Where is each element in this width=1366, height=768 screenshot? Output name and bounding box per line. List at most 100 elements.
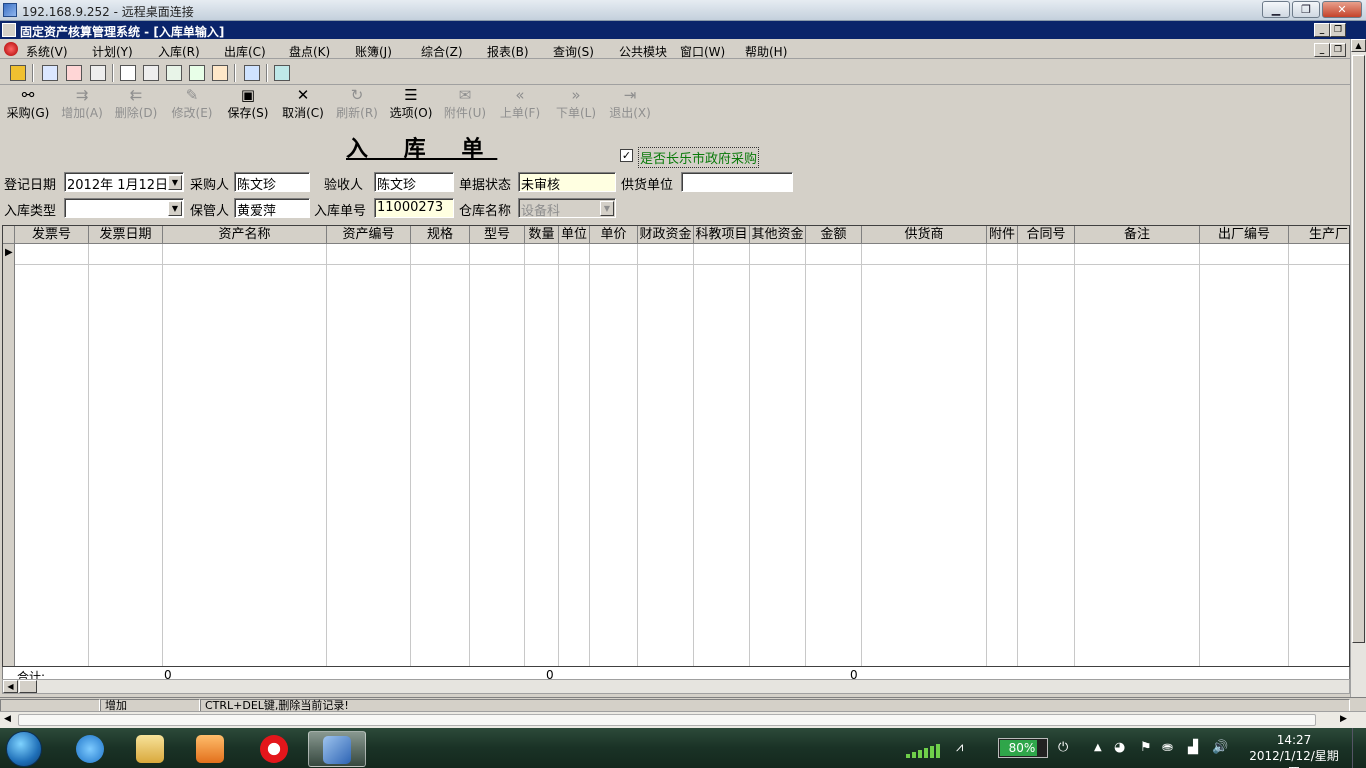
column-header[interactable]: 其他资金: [750, 226, 806, 244]
new-document-icon[interactable]: [120, 65, 136, 81]
tray-expand-icon[interactable]: ▲: [1094, 742, 1102, 753]
action-center-flag-icon[interactable]: ⚑: [1140, 740, 1152, 755]
scroll-left-icon[interactable]: ◀: [4, 714, 11, 724]
taskbar-explorer[interactable]: [124, 731, 176, 767]
toolbar-button-2[interactable]: ⇇ 删除(D): [110, 87, 162, 121]
column-header[interactable]: 附件: [987, 226, 1018, 244]
checklist-icon[interactable]: [189, 65, 205, 81]
key-icon[interactable]: [10, 65, 26, 81]
menu-item-5[interactable]: 账簿(J): [355, 43, 392, 60]
usb-device-icon[interactable]: ⛂: [1162, 740, 1173, 755]
network-icon[interactable]: ▟: [1188, 740, 1198, 755]
taskbar-media[interactable]: [184, 731, 236, 767]
clipboard-icon[interactable]: [90, 65, 106, 81]
checker-field[interactable]: 陈文珍: [374, 172, 454, 192]
column-header[interactable]: 资产编号: [327, 226, 411, 244]
toolbar-button-4[interactable]: ▣ 保存(S): [222, 87, 274, 121]
child-restore-button[interactable]: ❐: [1330, 43, 1346, 57]
scroll-thumb[interactable]: [19, 680, 37, 693]
battery-indicator[interactable]: 80%: [998, 738, 1048, 758]
toolbar-button-7[interactable]: ☰ 选项(O): [385, 87, 437, 121]
exit-icon: ⇥: [623, 86, 637, 104]
toolbar-button-0[interactable]: ⚯ 采购(G): [2, 87, 54, 121]
show-desktop-button[interactable]: [1352, 728, 1366, 768]
column-header[interactable]: 生产厂: [1289, 226, 1349, 244]
power-plug-icon[interactable]: ⏻: [1058, 740, 1068, 755]
column-header[interactable]: 资产名称: [163, 226, 327, 244]
app-restore-button[interactable]: ❐: [1330, 23, 1346, 37]
column-header[interactable]: 财政资金: [638, 226, 694, 244]
toolbar-button-10[interactable]: » 下单(L): [550, 87, 602, 121]
menu-item-11[interactable]: 帮助(H): [745, 43, 787, 60]
scroll-up-icon[interactable]: ▲: [1351, 39, 1366, 52]
export-icon[interactable]: [66, 65, 82, 81]
remote-restore-button[interactable]: ❐: [1292, 1, 1320, 18]
copy-document-icon[interactable]: [143, 65, 159, 81]
qq-icon[interactable]: ◕: [1114, 740, 1125, 755]
column-header[interactable]: 规格: [411, 226, 470, 244]
chevron-down-icon[interactable]: ▼: [168, 201, 182, 216]
scroll-thumb[interactable]: [1352, 55, 1365, 643]
wireless-icon[interactable]: ⩘: [956, 740, 963, 755]
column-header[interactable]: 型号: [470, 226, 525, 244]
scroll-right-icon[interactable]: ▶: [1340, 714, 1347, 724]
system-clock[interactable]: 14:27 2012/1/12/星期四: [1244, 732, 1344, 768]
gov-purchase-checkbox[interactable]: ✓: [620, 149, 633, 162]
menu-item-10[interactable]: 窗口(W): [680, 43, 725, 60]
column-header[interactable]: 合同号: [1018, 226, 1075, 244]
taskbar-ie[interactable]: [64, 731, 116, 767]
items-grid[interactable]: 发票号 发票日期 资产名称 资产编号 规格 型号 数量 单位 单价 财政资金 科教项目 其他资金 金额供…: [2, 225, 1350, 667]
menu-item-1[interactable]: 计划(Y): [92, 43, 133, 60]
column-header[interactable]: 发票日期: [89, 226, 163, 244]
grid-horizontal-scrollbar[interactable]: ◀: [2, 679, 1350, 694]
toolbar-button-11[interactable]: ⇥ 退出(X): [604, 87, 656, 121]
menu-item-4[interactable]: 盘点(K): [289, 43, 330, 60]
remote-minimize-button[interactable]: ▁: [1262, 1, 1290, 18]
buyer-field[interactable]: 陈文珍: [234, 172, 310, 192]
scroll-thumb[interactable]: [18, 714, 1316, 726]
toolbar-button-6[interactable]: ↻ 刷新(R): [331, 87, 383, 121]
import-icon[interactable]: [42, 65, 58, 81]
remote-close-button[interactable]: ✕: [1322, 1, 1362, 18]
type-select[interactable]: ▼: [64, 198, 184, 218]
excel-icon[interactable]: [274, 65, 290, 81]
menu-item-8[interactable]: 查询(S): [553, 43, 594, 60]
books-icon[interactable]: [212, 65, 228, 81]
column-header[interactable]: 单位: [559, 226, 590, 244]
child-minimize-button[interactable]: _: [1314, 43, 1330, 57]
supplier-field[interactable]: [681, 172, 793, 192]
app-minimize-button[interactable]: _: [1314, 23, 1330, 37]
column-header[interactable]: 单价: [590, 226, 638, 244]
column-header[interactable]: 供货商: [862, 226, 987, 244]
column-header[interactable]: 科教项目: [694, 226, 750, 244]
menu-item-2[interactable]: 入库(R): [158, 43, 200, 60]
menu-item-7[interactable]: 报表(B): [487, 43, 529, 60]
column-header[interactable]: 备注: [1075, 226, 1200, 244]
column-header[interactable]: 数量: [525, 226, 559, 244]
menu-item-9[interactable]: 公共模块: [619, 43, 667, 60]
volume-icon[interactable]: 🔊: [1212, 740, 1228, 755]
menu-item-6[interactable]: 综合(Z): [421, 43, 463, 60]
chevron-down-icon[interactable]: ▼: [168, 175, 182, 190]
calculator-icon[interactable]: [244, 65, 260, 81]
keeper-field[interactable]: 黄爱萍: [234, 198, 310, 218]
menu-item-0[interactable]: 系统(V): [26, 43, 68, 60]
remote-horizontal-scrollbar[interactable]: ◀ ▶: [0, 711, 1366, 728]
column-header[interactable]: 金额: [806, 226, 862, 244]
window-vertical-scrollbar[interactable]: ▲: [1350, 39, 1366, 709]
mdi-child-icon[interactable]: [4, 42, 18, 56]
toolbar-button-3[interactable]: ✎ 修改(E): [166, 87, 218, 121]
column-header[interactable]: 出厂编号: [1200, 226, 1289, 244]
toolbar-button-5[interactable]: ✕ 取消(C): [277, 87, 329, 121]
taskbar-remote-desktop[interactable]: [308, 731, 366, 767]
sheet-icon[interactable]: [166, 65, 182, 81]
column-header[interactable]: 发票号: [15, 226, 89, 244]
scroll-left-icon[interactable]: ◀: [3, 680, 18, 693]
start-button[interactable]: [6, 731, 42, 767]
toolbar-button-9[interactable]: « 上单(F): [494, 87, 546, 121]
reg-date-picker[interactable]: 2012年 1月12日 ▼: [64, 172, 184, 192]
taskbar-opera[interactable]: [248, 731, 300, 767]
toolbar-button-8[interactable]: ✉ 附件(U): [439, 87, 491, 121]
toolbar-button-1[interactable]: ⇉ 增加(A): [56, 87, 108, 121]
menu-item-3[interactable]: 出库(C): [224, 43, 266, 60]
